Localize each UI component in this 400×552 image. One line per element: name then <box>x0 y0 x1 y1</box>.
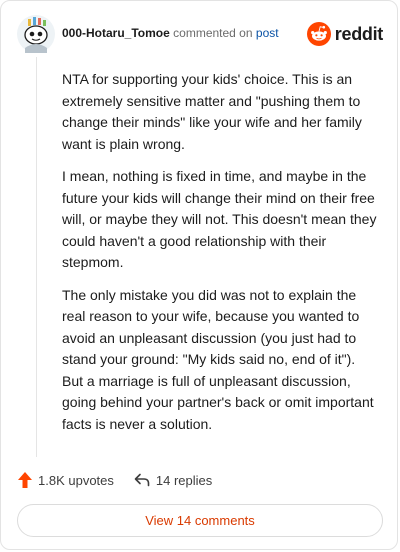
reddit-snoo-icon <box>306 22 331 46</box>
reply-arrow-icon <box>134 473 150 487</box>
comment-paragraph: I mean, nothing is fixed in time, and ma… <box>62 168 377 270</box>
avatar[interactable] <box>17 15 55 53</box>
comment-paragraph: The only mistake you did was not to expl… <box>62 286 374 432</box>
upvote-arrow-icon <box>18 472 32 488</box>
replies-count: 14 replies <box>155 472 213 488</box>
comment-header: 000-Hotaru_Tomoe commented on post reddi… <box>17 15 383 55</box>
commented-on-label: commented on <box>173 26 253 40</box>
reddit-logo[interactable]: reddit <box>306 21 384 47</box>
username-link[interactable]: 000-Hotaru_Tomoe <box>62 26 170 40</box>
replies-button[interactable]: 14 replies <box>134 473 212 488</box>
comment-paragraph: NTA for supporting your kids' choice. Th… <box>62 71 362 152</box>
upvote-count: 1.8K upvotes <box>38 472 114 488</box>
thread-line <box>36 57 37 457</box>
snoo-avatar-icon <box>17 15 55 53</box>
upvote-button[interactable]: 1.8K upvotes <box>18 472 114 488</box>
post-link[interactable]: post <box>256 26 279 40</box>
comment-actions: 1.8K upvotes 14 replies <box>18 468 212 492</box>
comment-card: 000-Hotaru_Tomoe commented on post reddi… <box>0 0 398 550</box>
comment-meta: 000-Hotaru_Tomoe commented on post <box>62 26 279 40</box>
reddit-wordmark: reddit <box>334 23 384 44</box>
view-comments-button[interactable]: View 14 comments <box>17 504 383 537</box>
comment-body: NTA for supporting your kids' choice. Th… <box>62 69 378 446</box>
